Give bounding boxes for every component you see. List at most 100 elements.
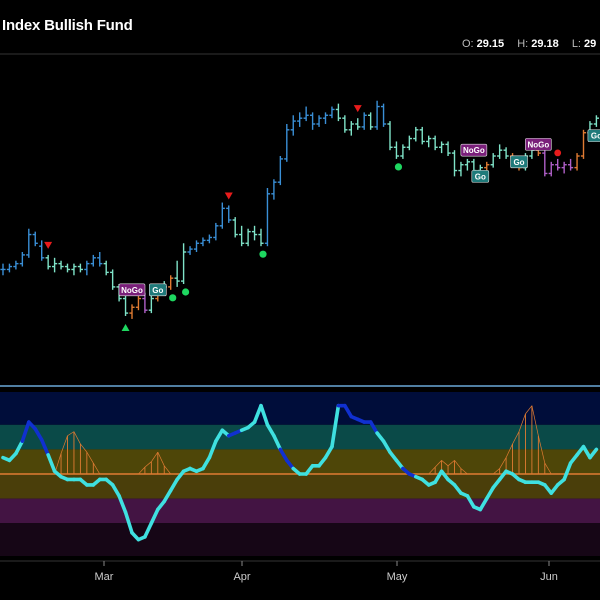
price-bar [368, 112, 374, 130]
price-bar [290, 115, 296, 136]
go-dot-icon [169, 294, 177, 302]
price-and-oscillator-chart[interactable]: NoGo GoNoGoGoGoNoGoGo Mar Apr May Jun [0, 0, 600, 600]
price-bar [6, 263, 13, 273]
price-bar [39, 240, 45, 261]
signal-label-nogo: NoGo [460, 143, 488, 157]
price-bar [464, 158, 470, 171]
price-bar [26, 228, 32, 258]
price-bar [432, 135, 438, 151]
price-bar [13, 260, 19, 270]
oscillator-band [0, 523, 600, 556]
svg-text:NoGo: NoGo [121, 286, 143, 295]
price-bar [239, 225, 245, 247]
price-bar [342, 115, 348, 133]
price-panel: NoGo GoNoGoGoGoNoGoGo [0, 100, 600, 331]
oscillator-band [0, 449, 600, 474]
svg-text:Go: Go [475, 172, 486, 181]
price-bar [380, 103, 387, 127]
price-bar [387, 121, 393, 151]
price-bar [58, 260, 64, 270]
price-bar [561, 161, 567, 174]
price-bar [251, 225, 258, 241]
price-bar [419, 126, 425, 145]
oscillator-band [0, 424, 600, 450]
price-bar [393, 141, 400, 159]
price-bar [187, 246, 193, 255]
price-bar [245, 228, 251, 247]
price-bar [213, 222, 219, 241]
price-bar [84, 260, 90, 276]
price-bar [490, 153, 496, 168]
sell-signal-icon [44, 241, 53, 249]
signal-label-go: Go [587, 129, 600, 142]
svg-text:Go: Go [591, 132, 600, 141]
price-bar [413, 126, 419, 142]
signal-label-go: Go [471, 170, 490, 183]
price-bar [45, 254, 51, 270]
price-bar [0, 263, 6, 276]
price-bar [361, 112, 367, 130]
price-bar [451, 150, 458, 177]
price-bar [542, 150, 548, 177]
oscillator-band [0, 498, 600, 524]
sell-signal-icon [224, 192, 233, 200]
price-bar [593, 115, 599, 127]
price-bar [355, 118, 361, 130]
price-bar [580, 129, 587, 159]
price-bar [458, 161, 464, 177]
signal-label-nogo: NoGo [525, 138, 552, 151]
go-dot-icon [259, 250, 267, 258]
x-axis: Mar Apr May Jun [95, 561, 558, 583]
signal-label-go: Go [510, 155, 528, 169]
x-tick-label-apr: Apr [233, 571, 250, 583]
price-bar [71, 263, 77, 276]
price-bar [445, 141, 451, 156]
price-bar [439, 141, 445, 154]
price-bar [200, 237, 206, 247]
go-dot-icon [394, 163, 403, 171]
price-bar [264, 188, 271, 247]
price-bar [122, 295, 129, 316]
price-bar [335, 103, 341, 122]
x-tick-label-mar: Mar [95, 571, 114, 583]
price-bar [555, 158, 561, 171]
x-tick-label-may: May [387, 571, 408, 583]
price-bar [174, 260, 180, 287]
price-bar [258, 228, 264, 247]
price-bar [181, 243, 187, 284]
price-bar [103, 260, 109, 276]
price-bar [97, 252, 103, 267]
price-bar [303, 106, 309, 122]
svg-text:Go: Go [152, 286, 163, 295]
price-bar [226, 205, 232, 223]
price-bar [77, 263, 83, 273]
price-bar [110, 269, 116, 290]
price-bar [284, 124, 290, 162]
svg-text:Go: Go [513, 158, 524, 167]
price-bar [503, 147, 509, 159]
price-bar [497, 144, 503, 159]
go-dot-icon [182, 288, 190, 296]
price-bar [316, 115, 322, 127]
price-bar [32, 231, 38, 247]
signal-label-nogo: NoGo [118, 283, 146, 297]
price-bar [406, 135, 412, 151]
price-bar [219, 202, 225, 229]
price-bar [52, 257, 58, 273]
price-bar [297, 112, 303, 127]
svg-text:NoGo: NoGo [463, 146, 485, 155]
oscillator-band [0, 392, 600, 425]
price-bar [206, 234, 212, 244]
price-bar [64, 263, 71, 273]
price-bar [135, 295, 142, 311]
price-bar [148, 295, 154, 314]
price-bar [322, 112, 329, 124]
price-bar [193, 240, 200, 252]
sell-signal-icon [353, 105, 362, 113]
price-bar [484, 161, 490, 171]
price-bar [329, 106, 335, 119]
buy-signal-icon [121, 324, 130, 331]
price-bar [19, 252, 25, 267]
svg-text:NoGo: NoGo [527, 140, 549, 149]
price-bar [310, 112, 316, 130]
